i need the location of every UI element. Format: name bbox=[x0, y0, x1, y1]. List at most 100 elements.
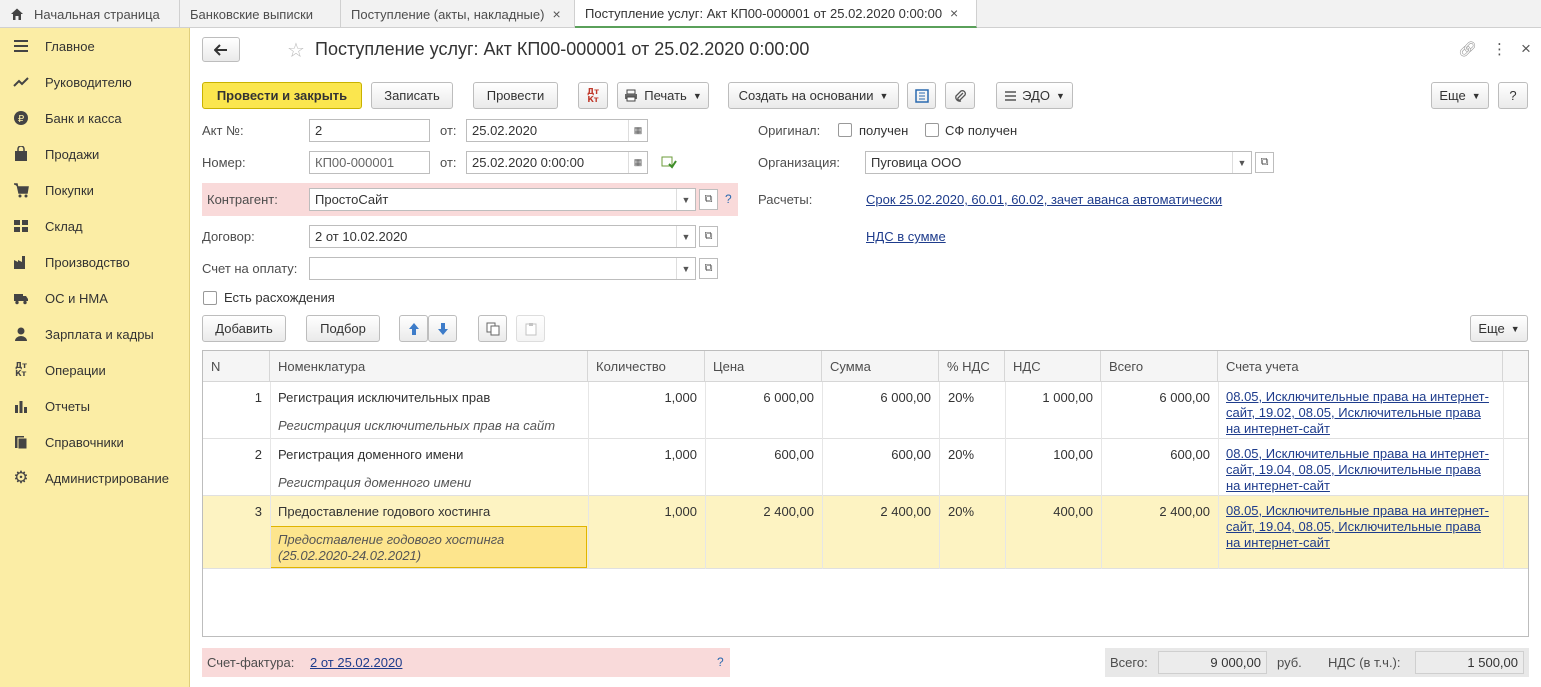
help-icon[interactable]: ? bbox=[725, 192, 732, 206]
chevron-down-icon[interactable]: ▼ bbox=[1232, 152, 1251, 173]
dt-kt-button[interactable]: Дт Кт bbox=[578, 82, 608, 109]
open-counterparty-button[interactable]: ⧉ bbox=[699, 189, 718, 210]
column-header[interactable]: Счета учета bbox=[1218, 351, 1503, 382]
sidebar-item-reports[interactable]: Отчеты bbox=[0, 388, 189, 424]
sidebar-item-salary[interactable]: Зарплата и кадры bbox=[0, 316, 189, 352]
discrepancy-label: Есть расхождения bbox=[224, 290, 335, 305]
attachment-button[interactable] bbox=[945, 82, 975, 109]
item-vat: 100,00 bbox=[1053, 447, 1093, 462]
post-button[interactable]: Провести bbox=[473, 82, 558, 109]
paste-rows-button[interactable] bbox=[516, 315, 545, 342]
act-number-field[interactable]: 2 bbox=[309, 119, 430, 142]
move-up-button[interactable] bbox=[399, 315, 428, 342]
structure-icon bbox=[914, 88, 929, 103]
table-more-button[interactable]: Еще ▼ bbox=[1470, 315, 1528, 342]
item-description: Регистрация доменного имени bbox=[278, 475, 472, 490]
column-header[interactable]: Количество bbox=[588, 351, 705, 382]
column-divider bbox=[588, 382, 589, 569]
accept-icon[interactable] bbox=[661, 155, 677, 169]
back-button[interactable] bbox=[202, 37, 240, 62]
document-form: ☆ Поступление услуг: Акт КП00-000001 от … bbox=[190, 28, 1541, 687]
column-header[interactable]: НДС bbox=[1005, 351, 1101, 382]
column-header[interactable]: N bbox=[203, 351, 270, 382]
sidebar-item-warehouse[interactable]: Склад bbox=[0, 208, 189, 244]
create-based-on-button[interactable]: Создать на основании ▼ bbox=[728, 82, 899, 109]
sidebar-item-directories[interactable]: Справочники bbox=[0, 424, 189, 460]
item-accounts-link[interactable]: 08.05, Исключительные права на интернет-… bbox=[1226, 446, 1496, 494]
counterparty-field[interactable]: ПростоСайт ▼ bbox=[309, 188, 696, 211]
sf-received-checkbox[interactable] bbox=[925, 123, 939, 137]
chevron-down-icon[interactable]: ▼ bbox=[676, 226, 695, 247]
item-sum: 2 400,00 bbox=[880, 504, 931, 519]
number-field[interactable]: КП00-000001 bbox=[309, 151, 430, 174]
sidebar-item-label: ОС и НМА bbox=[45, 290, 108, 306]
organization-field[interactable]: Пуговица ООО ▼ bbox=[865, 151, 1252, 174]
discrepancy-checkbox[interactable] bbox=[203, 291, 217, 305]
add-row-button[interactable]: Добавить bbox=[202, 315, 286, 342]
chevron-down-icon[interactable]: ▼ bbox=[676, 258, 695, 279]
column-header[interactable]: Всего bbox=[1101, 351, 1218, 382]
act-date-label: от: bbox=[440, 123, 457, 138]
sidebar-item-main[interactable]: Главное bbox=[0, 28, 189, 64]
settlements-link[interactable]: Срок 25.02.2020, 60.01, 60.02, зачет ава… bbox=[866, 192, 1222, 207]
payment-invoice-field[interactable]: ▼ bbox=[309, 257, 696, 280]
help-icon[interactable]: ? bbox=[717, 655, 724, 669]
edo-button[interactable]: ЭДО ▼ bbox=[996, 82, 1073, 109]
post-and-close-button[interactable]: Провести и закрыть bbox=[202, 82, 362, 109]
kebab-menu-icon[interactable]: ⋮ bbox=[1492, 40, 1507, 58]
act-date-field[interactable]: 25.02.2020 ▦ bbox=[466, 119, 648, 142]
sidebar-item-bank[interactable]: ₽ Банк и касса bbox=[0, 100, 189, 136]
column-header-filler bbox=[1503, 351, 1528, 382]
open-payment-invoice-button[interactable]: ⧉ bbox=[699, 258, 718, 279]
move-down-button[interactable] bbox=[428, 315, 457, 342]
sidebar-item-operations[interactable]: Дт Кт Операции bbox=[0, 352, 189, 388]
close-icon[interactable]: × bbox=[1521, 39, 1531, 59]
sidebar-item-fixed-assets[interactable]: ОС и НМА bbox=[0, 280, 189, 316]
table-row[interactable]: 2 Регистрация доменного имени Регистраци… bbox=[203, 439, 1528, 496]
column-header[interactable]: Цена bbox=[705, 351, 822, 382]
star-icon[interactable]: ☆ bbox=[287, 38, 305, 62]
item-price: 2 400,00 bbox=[763, 504, 814, 519]
table-row-selected[interactable]: 3 Предоставление годового хостинга Предо… bbox=[203, 496, 1528, 569]
item-total: 6 000,00 bbox=[1159, 390, 1210, 405]
item-accounts-link[interactable]: 08.05, Исключительные права на интернет-… bbox=[1226, 389, 1496, 437]
item-vat-rate: 20% bbox=[948, 390, 975, 405]
original-received-checkbox[interactable] bbox=[838, 123, 852, 137]
close-icon[interactable]: × bbox=[552, 6, 560, 22]
calendar-icon[interactable]: ▦ bbox=[628, 120, 647, 141]
calendar-icon[interactable]: ▦ bbox=[628, 152, 647, 173]
sidebar-item-purchases[interactable]: Покупки bbox=[0, 172, 189, 208]
table-row[interactable]: 1 Регистрация исключительных прав Регист… bbox=[203, 382, 1528, 439]
print-button[interactable]: Печать ▼ bbox=[617, 82, 709, 109]
number-date-field[interactable]: 25.02.2020 0:00:00 ▦ bbox=[466, 151, 648, 174]
copy-rows-button[interactable] bbox=[478, 315, 507, 342]
close-icon[interactable]: × bbox=[950, 5, 958, 21]
vat-mode-link[interactable]: НДС в сумме bbox=[866, 229, 946, 244]
item-quantity: 1,000 bbox=[664, 390, 697, 405]
document-structure-button[interactable] bbox=[907, 82, 936, 109]
open-contract-button[interactable]: ⧉ bbox=[699, 226, 718, 247]
help-button[interactable]: ? bbox=[1498, 82, 1528, 109]
save-button[interactable]: Записать bbox=[371, 82, 453, 109]
more-button[interactable]: Еще ▼ bbox=[1431, 82, 1489, 109]
tax-invoice-link[interactable]: 2 от 25.02.2020 bbox=[310, 655, 402, 670]
column-header[interactable]: Номенклатура bbox=[270, 351, 588, 382]
link-icon[interactable]: 🔗︎ bbox=[1458, 40, 1477, 58]
tab-receipts-list[interactable]: Поступление (акты, накладные) × bbox=[341, 0, 575, 28]
contract-field[interactable]: 2 от 10.02.2020 ▼ bbox=[309, 225, 696, 248]
bar-chart-icon bbox=[12, 397, 30, 415]
sidebar-item-admin[interactable]: ⚙ Администрирование bbox=[0, 460, 189, 496]
tab-current-document[interactable]: Поступление услуг: Акт КП00-000001 от 25… bbox=[575, 0, 977, 28]
column-header[interactable]: % НДС bbox=[939, 351, 1005, 382]
sidebar-item-sales[interactable]: Продажи bbox=[0, 136, 189, 172]
tab-bank-statements[interactable]: Банковские выписки bbox=[180, 0, 341, 28]
item-accounts-link[interactable]: 08.05, Исключительные права на интернет-… bbox=[1226, 503, 1496, 551]
contract-label: Договор: bbox=[202, 229, 255, 244]
sidebar-item-manager[interactable]: Руководителю bbox=[0, 64, 189, 100]
chevron-down-icon[interactable]: ▼ bbox=[676, 189, 695, 210]
pick-button[interactable]: Подбор bbox=[306, 315, 380, 342]
open-organization-button[interactable]: ⧉ bbox=[1255, 152, 1274, 173]
sidebar-item-production[interactable]: Производство bbox=[0, 244, 189, 280]
tab-home[interactable]: Начальная страница bbox=[0, 0, 180, 28]
column-header[interactable]: Сумма bbox=[822, 351, 939, 382]
